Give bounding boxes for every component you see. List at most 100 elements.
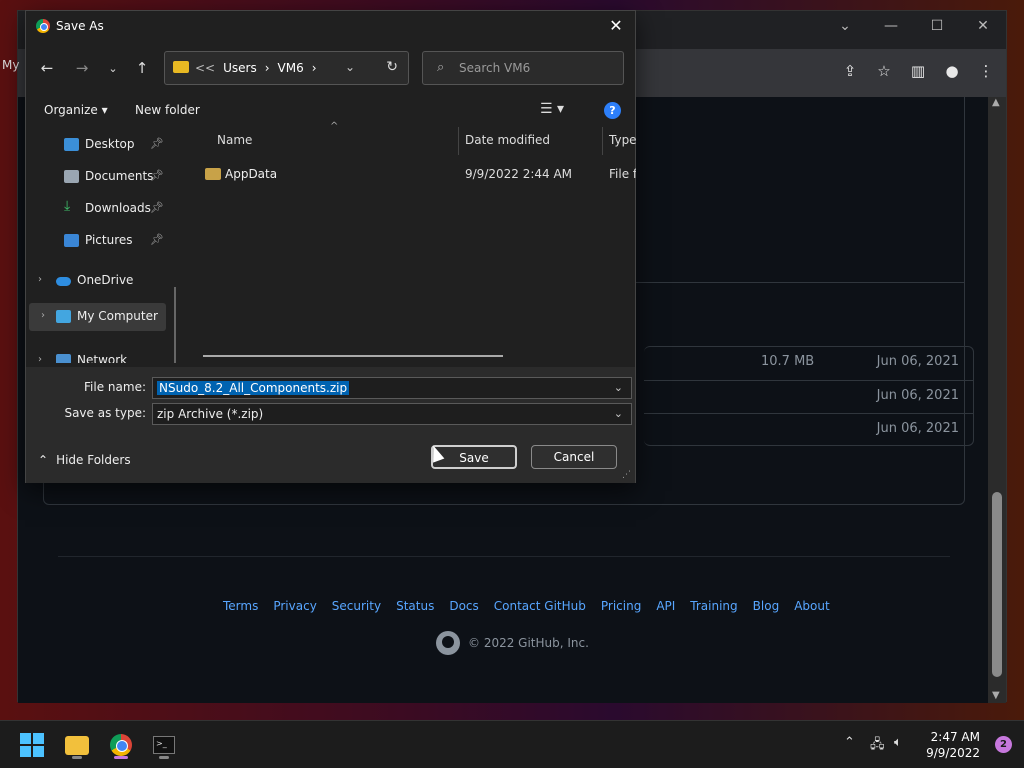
maximize-icon[interactable]: ☐ [914, 11, 960, 41]
close-icon[interactable]: ✕ [605, 15, 627, 37]
chevron-up-icon[interactable]: ⌃ [844, 735, 855, 750]
footer-link-api[interactable]: API [656, 599, 675, 613]
save-as-dialog: Save As ✕ ← → ⌄ ↑ << Users › VM6 › ⌄ ↻ ⌕… [25, 10, 637, 483]
asset-row[interactable]: Jun 06, 2021 [644, 380, 973, 413]
footer-link-privacy[interactable]: Privacy [273, 599, 316, 613]
breadcrumb-separator-icon[interactable]: › [265, 61, 270, 75]
github-logo-icon[interactable] [436, 631, 460, 655]
file-row[interactable]: AppData 9/9/2022 2:44 AM File folder [193, 163, 636, 185]
resize-grip-icon[interactable]: ⋰ [622, 470, 631, 480]
speaker-icon[interactable]: 🔈︎ [894, 735, 902, 750]
refresh-icon[interactable]: ↻ [386, 59, 398, 75]
view-options-icon[interactable]: ☰ ▾ [540, 101, 564, 117]
share-icon[interactable]: ⇪ [840, 61, 860, 81]
asset-row[interactable]: Jun 06, 2021 [644, 413, 973, 446]
pictures-icon [64, 234, 79, 247]
hide-folders-button[interactable]: ⌃ Hide Folders [38, 453, 131, 467]
chevron-down-icon[interactable]: ⌄ [614, 381, 623, 394]
desktop-icon [64, 138, 79, 151]
expand-chevron-icon[interactable]: › [38, 354, 42, 363]
close-icon[interactable]: ✕ [960, 11, 1006, 41]
save-options-pane: File name: NSudo_8.2_All_Components.zip … [26, 367, 635, 483]
chevron-down-icon[interactable]: ⌄ [822, 11, 868, 41]
clock[interactable]: 2:47 AM 9/9/2022 [926, 729, 980, 761]
new-folder-button[interactable]: New folder [135, 103, 200, 117]
expand-chevron-icon[interactable]: › [38, 274, 42, 285]
footer-link-training[interactable]: Training [690, 599, 737, 613]
footer-link-terms[interactable]: Terms [223, 599, 258, 613]
asset-row[interactable]: 10.7 MB Jun 06, 2021 [644, 347, 973, 380]
footer-link-blog[interactable]: Blog [753, 599, 780, 613]
nav-item-network[interactable]: › Network [26, 347, 176, 363]
file-explorer-icon [65, 735, 89, 755]
network-icon[interactable]: 🖧︎ [870, 735, 885, 757]
page-scrollbar[interactable]: ▲ ▼ [988, 97, 1006, 703]
column-type[interactable]: Type [609, 133, 637, 147]
nav-item-downloads[interactable]: ⤓ Downloads 📌︎ [26, 195, 176, 223]
release-assets: 10.7 MB Jun 06, 2021 Jun 06, 2021 Jun 06… [644, 346, 974, 446]
pin-icon: 📌︎ [150, 233, 164, 246]
profile-icon[interactable]: ● [942, 61, 962, 81]
nav-item-pictures[interactable]: Pictures 📌︎ [26, 227, 176, 255]
browser-window-controls: ⌄ — ☐ ✕ [822, 11, 1006, 41]
footer-link-pricing[interactable]: Pricing [601, 599, 641, 613]
nav-item-my-computer[interactable]: › My Computer [29, 303, 166, 331]
scrollbar-thumb[interactable] [992, 492, 1002, 677]
nav-pane-scrollbar[interactable] [174, 287, 176, 363]
footer-link-status[interactable]: Status [396, 599, 434, 613]
up-arrow-icon[interactable]: ↑ [131, 57, 153, 79]
scroll-up-icon[interactable]: ▲ [992, 97, 1000, 108]
notification-badge[interactable]: 2 [995, 736, 1012, 753]
scroll-down-icon[interactable]: ▼ [992, 690, 1000, 701]
organize-button[interactable]: Organize ▾ [44, 103, 108, 117]
search-input[interactable] [459, 59, 609, 77]
dialog-titlebar: Save As ✕ [26, 11, 635, 41]
search-box[interactable]: ⌕ [422, 51, 624, 85]
file-name-field[interactable]: NSudo_8.2_All_Components.zip ⌄ [152, 377, 632, 399]
horizontal-scrollbar[interactable] [203, 355, 503, 357]
breadcrumb: << Users › VM6 › [195, 61, 317, 75]
side-panel-icon[interactable]: ▥ [908, 61, 928, 81]
column-date-modified[interactable]: Date modified [465, 133, 550, 147]
address-dropdown-icon[interactable]: ⌄ [345, 60, 355, 74]
footer-link-contact[interactable]: Contact GitHub [494, 599, 586, 613]
save-as-type-select[interactable]: zip Archive (*.zip) ⌄ [152, 403, 632, 425]
expand-chevron-icon[interactable]: › [41, 310, 45, 321]
footer-link-about[interactable]: About [794, 599, 829, 613]
nav-item-onedrive[interactable]: › OneDrive [26, 267, 176, 295]
footer-copyright: © 2022 GitHub, Inc. [436, 631, 589, 655]
minimize-icon[interactable]: — [868, 11, 914, 41]
navigation-pane: Desktop 📌︎ Documents 📌︎ ⤓ Downloads 📌︎ P… [26, 127, 186, 363]
footer-link-security[interactable]: Security [332, 599, 381, 613]
forward-arrow-icon[interactable]: → [71, 57, 93, 79]
system-tray: ⌃ 🖧︎ 🔈︎ 2:47 AM 9/9/2022 2 [824, 721, 1024, 768]
pin-icon: 📌︎ [150, 137, 164, 150]
cancel-button[interactable]: Cancel [531, 445, 617, 469]
footer-links: Terms Privacy Security Status Docs Conta… [223, 599, 830, 613]
file-list: ^ Name Date modified Type AppData 9/9/20… [193, 121, 637, 367]
footer-link-docs[interactable]: Docs [449, 599, 478, 613]
network-icon [56, 354, 71, 363]
taskbar-terminal[interactable]: >_ [148, 729, 180, 761]
breadcrumb-users[interactable]: Users [223, 61, 257, 75]
back-arrow-icon[interactable]: ← [36, 57, 58, 79]
breadcrumb-separator-icon[interactable]: › [312, 61, 317, 75]
cloud-icon [56, 277, 71, 286]
taskbar-file-explorer[interactable] [61, 729, 93, 761]
address-bar[interactable]: << Users › VM6 › ⌄ ↻ [164, 51, 409, 85]
more-menu-icon[interactable]: ⋮ [976, 61, 996, 81]
nav-item-documents[interactable]: Documents 📌︎ [26, 163, 176, 191]
pin-icon: 📌︎ [150, 169, 164, 182]
taskbar-chrome[interactable] [105, 729, 137, 761]
start-button[interactable] [16, 729, 48, 761]
navigation-row: ← → ⌄ ↑ << Users › VM6 › ⌄ ↻ ⌕ [26, 51, 635, 85]
column-name[interactable]: Name [217, 133, 252, 147]
chevron-down-icon[interactable]: ⌄ [614, 407, 623, 420]
folder-icon [205, 168, 221, 180]
breadcrumb-vm6[interactable]: VM6 [278, 61, 304, 75]
recent-locations-chevron-icon[interactable]: ⌄ [102, 57, 124, 79]
chevron-up-icon: ⌃ [38, 453, 49, 467]
help-icon[interactable]: ? [604, 102, 621, 119]
bookmark-star-icon[interactable]: ☆ [874, 61, 894, 81]
nav-item-desktop[interactable]: Desktop 📌︎ [26, 131, 176, 159]
